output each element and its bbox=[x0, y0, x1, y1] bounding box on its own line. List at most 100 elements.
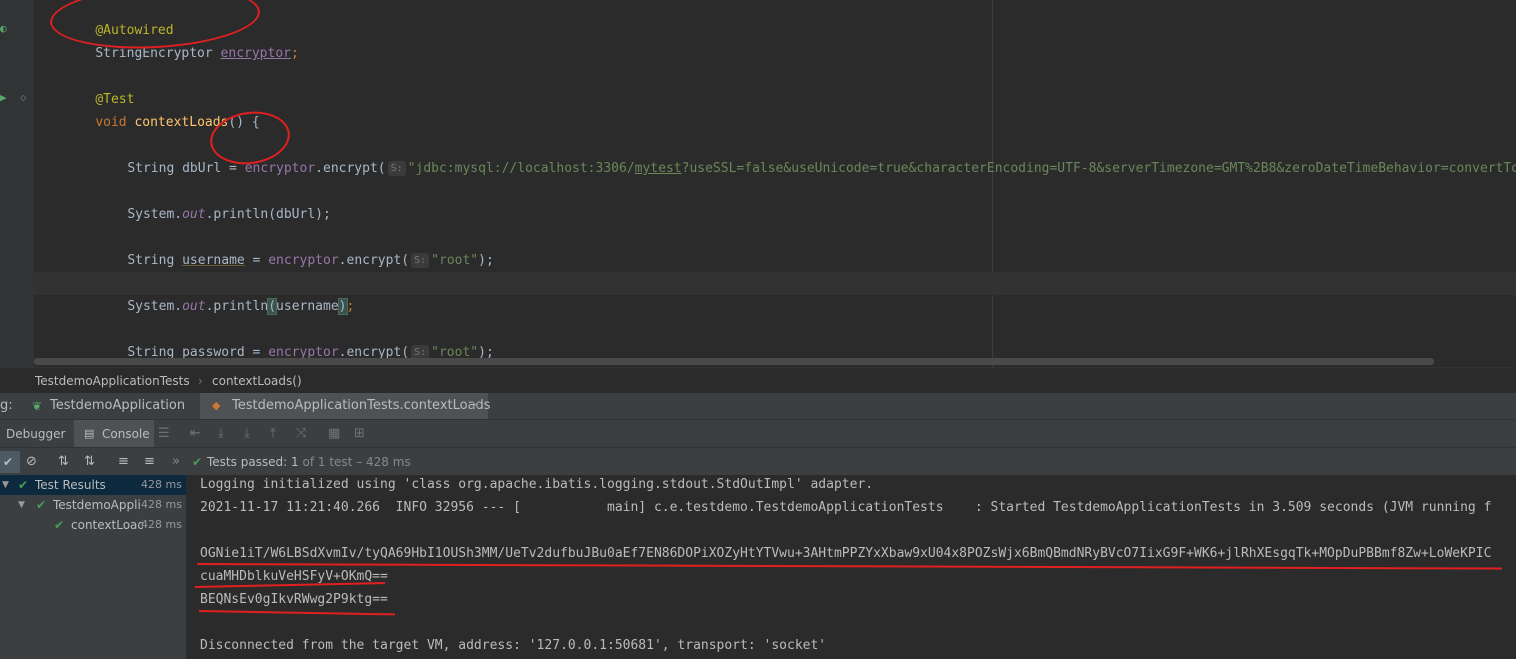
console-line-encrypted-password: BEQNsEv0gIkvRWwg2P9ktg== bbox=[200, 592, 388, 607]
evaluate-icon[interactable]: ▦ bbox=[328, 420, 340, 448]
test-icon: ◆ bbox=[212, 399, 221, 412]
sort-duration-icon[interactable]: ⇅ bbox=[84, 448, 95, 476]
breadcrumb: TestdemoApplicationTests › contextLoads(… bbox=[0, 367, 1516, 394]
console-icon: ▤ bbox=[84, 427, 95, 440]
string-literal: ?useSSL=false&useUnicode=true&characterE… bbox=[681, 161, 1516, 176]
passed-check-icon: ✔ bbox=[36, 498, 47, 512]
variable-username: username bbox=[276, 299, 339, 314]
run-gutter-icon[interactable]: ◐ bbox=[0, 22, 7, 35]
code-line: String username = encryptor.encrypt(S: "r… bbox=[96, 226, 494, 268]
code-line: System.out.println(username); bbox=[96, 272, 354, 315]
param-hint: S: bbox=[411, 253, 430, 268]
passed-check-icon: ✔ bbox=[18, 478, 29, 492]
code-text: .println bbox=[205, 299, 269, 314]
debug-tool-tabs: Debugger ▤ Console ☰ ⇤ ⤓ ⤓ ⤒ ⤨ ▦ ⊞ bbox=[0, 419, 1516, 448]
passed-check-icon: ✔ bbox=[54, 518, 65, 532]
right-margin-guide bbox=[992, 0, 993, 367]
close-icon[interactable]: × bbox=[470, 393, 481, 419]
tests-passed-icon: ✔ bbox=[192, 455, 203, 469]
tree-item-test-method[interactable]: ✔ contextLoad 428 ms bbox=[0, 515, 186, 535]
tab-testdemo-application[interactable]: ❦ TestdemoApplication bbox=[26, 393, 196, 419]
run-to-cursor-icon[interactable]: ⤨ bbox=[296, 420, 306, 448]
code-text: System. bbox=[127, 299, 183, 314]
code-text: .encrypt( bbox=[315, 161, 386, 176]
tab-label: TestdemoApplication bbox=[50, 398, 186, 413]
keyword-void: void bbox=[95, 115, 127, 130]
spring-icon: ❦ bbox=[32, 399, 43, 413]
tree-item-time: 428 ms bbox=[141, 518, 182, 531]
expand-arrow-icon: ▼ bbox=[2, 480, 9, 490]
param-hint: S: bbox=[387, 161, 406, 176]
code-line: void contextLoads() { bbox=[64, 88, 259, 130]
tab-console-label: Console bbox=[102, 427, 150, 441]
test-tree: ▼ ✔ Test Results 428 ms ▼ ✔ TestdemoAppl… bbox=[0, 475, 187, 659]
horizontal-scrollbar[interactable] bbox=[34, 358, 1434, 365]
show-passed-toggle[interactable]: ✔ bbox=[0, 451, 20, 473]
tab-label: TestdemoApplicationTests.contextLoads bbox=[232, 398, 491, 413]
more-chevron-icon[interactable]: » bbox=[172, 448, 180, 476]
semicolon: ; bbox=[346, 299, 355, 314]
code-text: System. bbox=[127, 207, 183, 222]
run-tab-bar: g: ❦ TestdemoApplication ◆ TestdemoAppli… bbox=[0, 393, 1516, 419]
layout-icon[interactable]: ☰ bbox=[158, 420, 170, 448]
string-literal: mytest bbox=[634, 161, 682, 176]
field-encryptor: encryptor bbox=[220, 46, 291, 61]
show-execution-point-icon[interactable]: ⇤ bbox=[190, 420, 201, 448]
code-text: .encrypt( bbox=[338, 253, 410, 268]
paren-match: ( bbox=[267, 298, 278, 315]
tree-item-label: Test Results bbox=[35, 478, 106, 492]
code-line: @Test bbox=[64, 65, 134, 107]
collapse-all-icon[interactable]: ≡ bbox=[144, 448, 155, 476]
semicolon: ; bbox=[291, 46, 299, 61]
fold-icon[interactable]: ◇ bbox=[20, 91, 27, 104]
sort-alpha-icon[interactable]: ⇅ bbox=[58, 448, 69, 476]
code-line: System.out.println(dbUrl); bbox=[96, 180, 331, 222]
string-literal: "jdbc:mysql://localhost:3306/ bbox=[407, 161, 635, 176]
step-into-icon[interactable]: ⤓ bbox=[244, 420, 250, 448]
step-over-icon[interactable]: ⤓ bbox=[218, 420, 224, 448]
paren-match: ) bbox=[337, 298, 348, 315]
code-text: String bbox=[127, 253, 183, 268]
field-encryptor: encryptor bbox=[268, 253, 339, 268]
test-toolbar: ✔ ⊘ ⇅ ⇅ ≡ ≡ » ✔ Tests passed: 1 of 1 tes… bbox=[0, 447, 1516, 476]
run-label: g: bbox=[0, 398, 13, 413]
field-out: out bbox=[182, 299, 206, 314]
field-out: out bbox=[182, 207, 206, 222]
breadcrumb-method[interactable]: contextLoads() bbox=[212, 368, 302, 394]
step-out-icon[interactable]: ⤒ bbox=[270, 420, 276, 448]
code-text: .println(dbUrl); bbox=[205, 207, 331, 222]
code-text: ); bbox=[478, 253, 494, 268]
console-output[interactable]: Logging initialized using 'class org.apa… bbox=[187, 475, 1516, 659]
tree-item-time: 428 ms bbox=[141, 498, 182, 511]
status-duration: – 428 ms bbox=[356, 455, 411, 469]
trace-icon[interactable]: ⊞ bbox=[354, 420, 365, 448]
show-ignored-icon[interactable]: ⊘ bbox=[26, 448, 37, 476]
code-line: String dbUrl = encryptor.encrypt(S: "jdbc… bbox=[96, 134, 1516, 176]
breadcrumb-separator: › bbox=[198, 374, 203, 388]
expand-all-icon[interactable]: ≡ bbox=[118, 448, 129, 476]
tree-item-test-class[interactable]: ▼ ✔ TestdemoAppli 428 ms bbox=[0, 495, 186, 515]
status-prefix: Tests passed: bbox=[207, 455, 288, 469]
tree-item-test-results[interactable]: ▼ ✔ Test Results 428 ms bbox=[0, 475, 186, 495]
code-editor[interactable]: ◐ ▶ ◇ @Autowired StringEncryptor encrypt… bbox=[0, 0, 1516, 367]
console-line: 2021-11-17 11:21:40.266 INFO 32956 --- [… bbox=[200, 500, 1492, 515]
code-text: = bbox=[244, 253, 269, 268]
console-line: Disconnected from the target VM, address… bbox=[200, 638, 827, 653]
console-line-encrypted-url: OGNie1iT/W6LBSdXvmIv/tyQA69HbI1OUSh3MM/U… bbox=[200, 546, 1492, 561]
variable-username: username bbox=[182, 253, 245, 268]
tree-item-time: 428 ms bbox=[141, 478, 182, 491]
string-literal: "root" bbox=[431, 253, 479, 268]
type-name: StringEncryptor bbox=[95, 46, 213, 61]
code-text: String dbUrl = bbox=[127, 161, 245, 176]
run-test-icon[interactable]: ▶ bbox=[0, 91, 7, 104]
tab-console[interactable]: ▤ Console bbox=[74, 420, 154, 448]
tree-item-label: TestdemoAppli bbox=[53, 498, 141, 512]
tab-debugger[interactable]: Debugger bbox=[6, 420, 65, 448]
status-passed-count: 1 bbox=[291, 455, 299, 469]
test-status: Tests passed: 1 of 1 test – 428 ms bbox=[207, 448, 411, 476]
breadcrumb-class[interactable]: TestdemoApplicationTests bbox=[35, 368, 190, 394]
tree-item-label: contextLoad bbox=[71, 518, 143, 532]
code-line: String password = encryptor.encrypt(S: "r… bbox=[96, 318, 494, 360]
editor-gutter: ◐ ▶ ◇ bbox=[0, 0, 34, 367]
tab-context-loads[interactable]: ◆ TestdemoApplicationTests.contextLoads … bbox=[200, 393, 491, 419]
